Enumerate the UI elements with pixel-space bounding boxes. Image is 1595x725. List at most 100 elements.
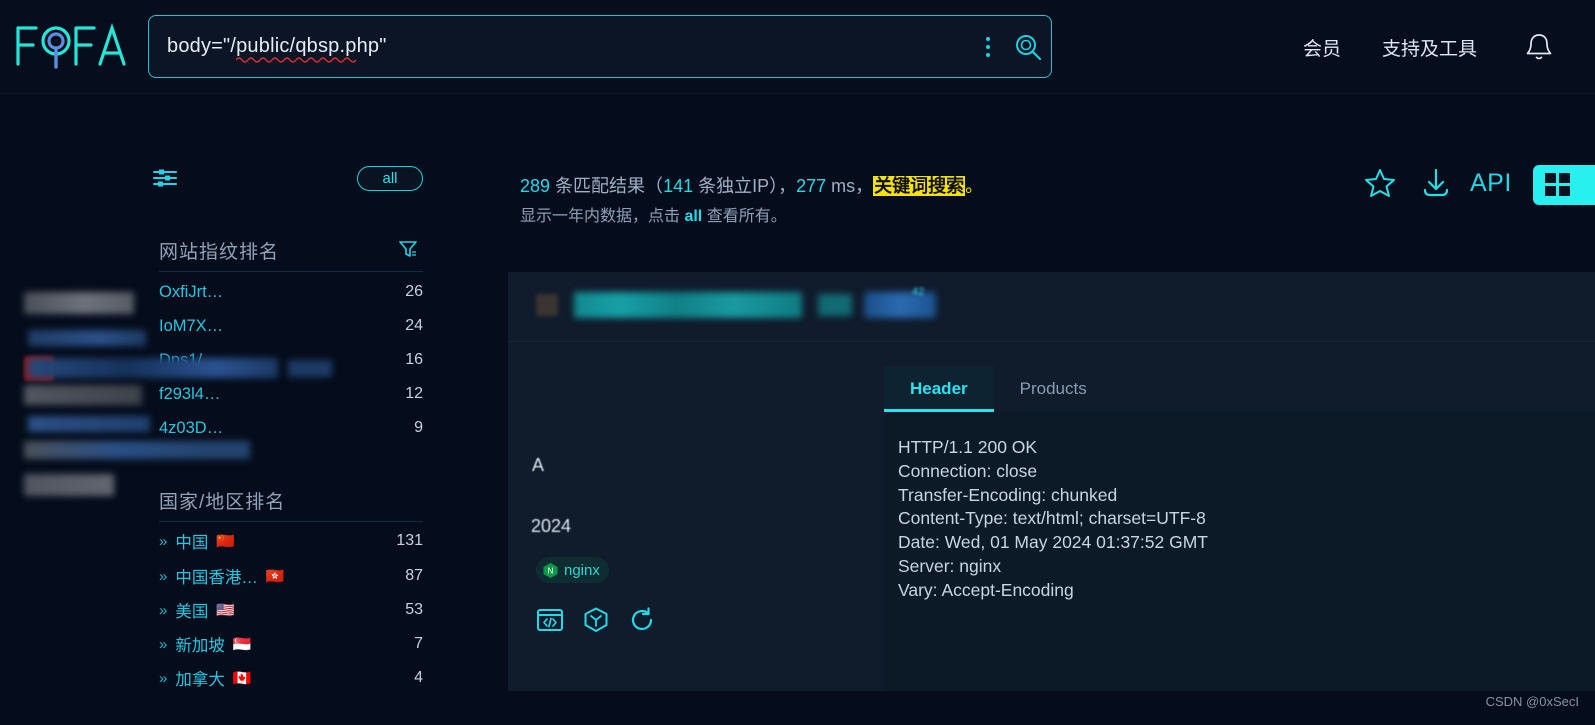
http-header-line: Connection: close xyxy=(898,460,1038,481)
note-prefix: 显示一年内数据，点击 xyxy=(520,208,685,225)
country-flag-icon: 🇨🇳 xyxy=(216,532,236,550)
result-card-header: 42 xyxy=(508,272,1595,342)
country-name: 美国 xyxy=(175,603,209,621)
all-filter-button[interactable]: all xyxy=(357,166,423,191)
fingerprint-count: 9 xyxy=(414,419,423,436)
star-favorite-icon[interactable] xyxy=(1352,160,1408,206)
refresh-icon[interactable] xyxy=(628,606,656,634)
ghost-text-2: 2024 xyxy=(531,516,572,536)
http-header-line: Transfer-Encoding: chunked xyxy=(898,484,1118,505)
nginx-hexagon-icon: N xyxy=(543,562,558,578)
fingerprint-count: 24 xyxy=(405,317,423,334)
sliders-filter-icon[interactable] xyxy=(152,165,178,191)
results-summary: 289 条匹配结果（141 条独立IP），277 ms，关键词搜索。 显示一年内… xyxy=(520,172,1220,230)
match-label-a: 条匹配结果（ xyxy=(550,176,664,196)
result-badge-count: 42 xyxy=(912,286,925,298)
tab-products[interactable]: Products xyxy=(994,366,1113,412)
country-count: 7 xyxy=(414,635,423,652)
result-port-redacted xyxy=(818,294,852,316)
fingerprint-row-1[interactable]: OxfiJrt… 26 xyxy=(159,279,423,305)
top-header: 会员 支持及工具 xyxy=(0,0,1595,94)
redacted-line-5 xyxy=(28,416,150,432)
results-summary-line: 289 条匹配结果（141 条独立IP），277 ms，关键词搜索。 xyxy=(520,172,1220,200)
http-header-panel: HTTP/1.1 200 OK Connection: close Transf… xyxy=(884,412,1595,691)
fingerprint-count: 16 xyxy=(405,351,423,368)
country-flag-icon: 🇭🇰 xyxy=(265,567,285,585)
section-divider xyxy=(159,271,423,272)
http-header-line: Date: Wed, 01 May 2024 01:37:52 GMT xyxy=(898,532,1208,553)
product-tag-nginx[interactable]: N nginx xyxy=(536,557,609,583)
redacted-line-4 xyxy=(24,385,142,405)
country-flag-icon: 🇺🇸 xyxy=(216,601,236,619)
country-row-4[interactable]: » 新加坡 🇸🇬 7 xyxy=(159,631,423,657)
download-icon[interactable] xyxy=(1408,160,1464,206)
country-count: 87 xyxy=(405,567,423,584)
fingerprint-row-5[interactable]: 4z03D… 9 xyxy=(159,415,423,441)
country-name: 中国 xyxy=(175,534,209,552)
http-header-line: HTTP/1.1 200 OK xyxy=(898,437,1038,457)
match-count: 289 xyxy=(520,176,551,196)
search-input[interactable] xyxy=(149,16,971,77)
redacted-line-1 xyxy=(24,292,134,314)
country-section-title: 国家/地区排名 xyxy=(159,492,286,513)
country-row-5[interactable]: » 加拿大 🇨🇦 4 xyxy=(159,665,423,691)
chevron-right-icon: » xyxy=(159,532,167,550)
chevron-right-icon: » xyxy=(159,567,167,585)
grid-view-icon[interactable] xyxy=(1533,165,1595,205)
http-header-line: Vary: Accept-Encoding xyxy=(898,579,1074,600)
http-header-line: Content-Type: text/html; charset=UTF-8 xyxy=(898,508,1206,529)
chevron-right-icon: » xyxy=(159,669,167,687)
fofa-logo[interactable] xyxy=(12,20,132,72)
country-row-1[interactable]: » 中国 🇨🇳 131 xyxy=(159,528,423,554)
country-flag-icon: 🇨🇦 xyxy=(232,669,252,687)
product-tag-label: nginx xyxy=(564,561,600,579)
country-row-2[interactable]: » 中国香港… 🇭🇰 87 xyxy=(159,563,423,589)
api-link[interactable]: API xyxy=(1470,169,1512,198)
chevron-right-icon: » xyxy=(159,601,167,619)
country-count: 131 xyxy=(396,532,423,549)
tab-header[interactable]: Header xyxy=(884,366,994,412)
nav-member[interactable]: 会员 xyxy=(1303,34,1341,61)
note-suffix: 查看所有。 xyxy=(702,208,787,225)
fingerprint-name: 4z03D… xyxy=(159,418,224,437)
country-name: 加拿大 xyxy=(175,671,225,689)
cube-product-icon[interactable] xyxy=(582,606,610,634)
chevron-right-icon: » xyxy=(159,635,167,653)
redacted-line-2 xyxy=(28,330,146,346)
source-code-icon[interactable] xyxy=(536,606,564,634)
bell-icon[interactable] xyxy=(1524,30,1554,64)
country-count: 53 xyxy=(405,601,423,618)
redacted-line-7 xyxy=(24,474,114,496)
result-title-redacted[interactable] xyxy=(574,292,802,318)
redacted-line-3 xyxy=(28,358,278,378)
redacted-line-3b xyxy=(288,360,332,377)
period-mark: 。 xyxy=(965,176,984,196)
search-bar[interactable] xyxy=(148,15,1052,78)
fingerprint-row-2[interactable]: IoM7X… 24 xyxy=(159,313,423,339)
search-magnifier-icon[interactable] xyxy=(1005,24,1051,70)
country-name: 中国香港… xyxy=(175,569,258,587)
funnel-filter-icon[interactable] xyxy=(398,239,418,259)
fingerprint-row-4[interactable]: f293l4… 12 xyxy=(159,381,423,407)
fingerprint-count: 26 xyxy=(405,283,423,300)
result-badge-redacted xyxy=(864,292,936,318)
site-favicon xyxy=(536,294,558,316)
kebab-menu-icon[interactable] xyxy=(971,27,1005,67)
country-row-3[interactable]: » 美国 🇺🇸 53 xyxy=(159,597,423,623)
fingerprint-section-title: 网站指纹排名 xyxy=(159,242,280,263)
query-time: 277 xyxy=(796,176,827,196)
http-header-line: Server: nginx xyxy=(898,555,1002,576)
results-note-line: 显示一年内数据，点击 all 查看所有。 xyxy=(520,204,1220,230)
results-toolbar: API xyxy=(1352,160,1512,206)
country-name: 新加坡 xyxy=(175,637,225,655)
fingerprint-name: f293l4… xyxy=(159,384,221,403)
svg-text:N: N xyxy=(548,566,554,575)
country-flag-icon: 🇸🇬 xyxy=(232,635,252,653)
unique-ip-count: 141 xyxy=(663,176,694,196)
note-all-link[interactable]: all xyxy=(684,208,702,225)
fingerprint-name: IoM7X… xyxy=(159,316,224,335)
time-unit: ms， xyxy=(826,176,874,196)
country-count: 4 xyxy=(414,669,423,686)
nav-support[interactable]: 支持及工具 xyxy=(1382,34,1477,61)
fingerprint-name: OxfiJrt… xyxy=(159,282,224,301)
